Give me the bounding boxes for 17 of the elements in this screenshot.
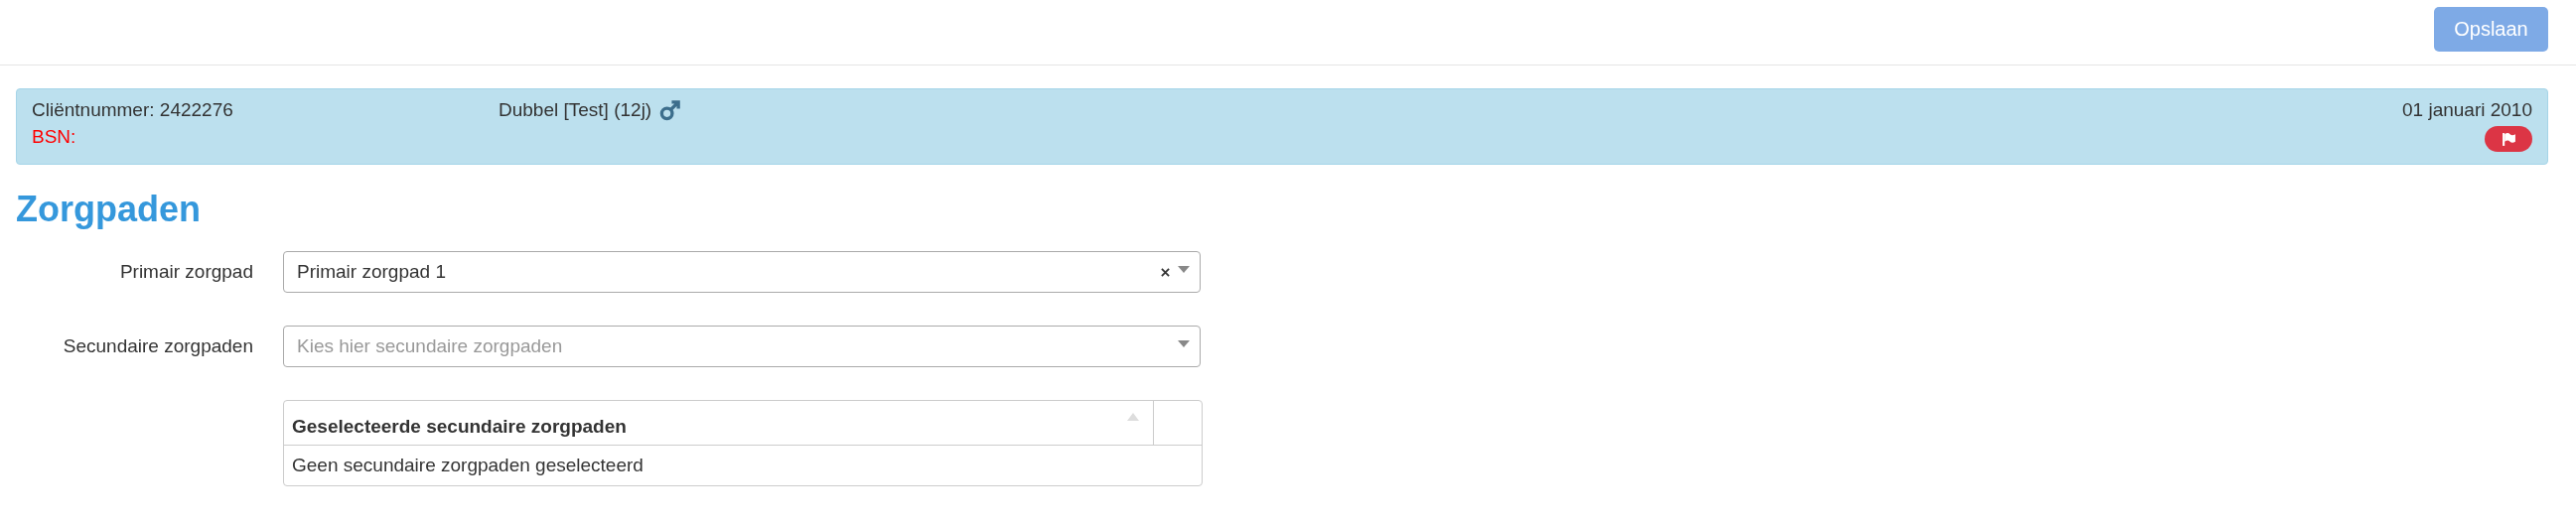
- field-label: Primair zorgpad: [118, 261, 254, 283]
- select-field[interactable]: Primair zorgpad 1: [283, 251, 1201, 293]
- column-header[interactable]: Geselecteerde secundaire zorgpaden: [284, 401, 1153, 445]
- client-name: Dubbel [Test] (12j): [499, 98, 652, 122]
- flag-badge[interactable]: [2485, 126, 2532, 152]
- caret-icon: [1178, 265, 1190, 273]
- client-number: Cliëntnummer: 2422276: [32, 98, 234, 122]
- male-symbol-icon: [659, 99, 682, 121]
- clear-icon: [1161, 267, 1170, 277]
- page-heading: Zorgpaden: [16, 190, 202, 229]
- flag-icon: [2501, 131, 2516, 147]
- sort-icon: [1127, 413, 1139, 421]
- caret-icon: [1178, 339, 1190, 347]
- field-label: Secundaire zorgpaden: [62, 335, 254, 357]
- bsn-label: BSN:: [32, 126, 77, 148]
- empty-message: Geen secundaire zorgpaden geselecteerd: [291, 454, 644, 477]
- birth-date: 01 januari 2010: [2402, 98, 2532, 122]
